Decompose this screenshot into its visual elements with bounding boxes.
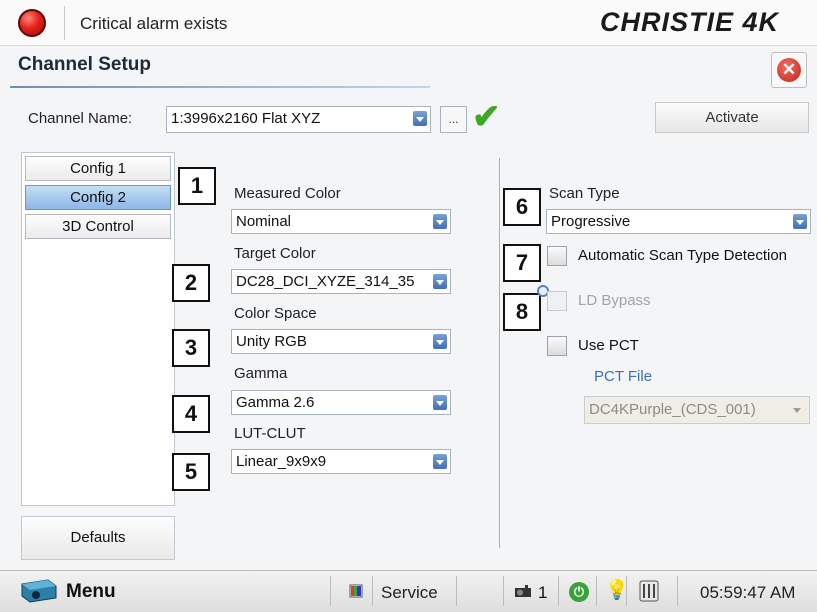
more-button[interactable]: ... (440, 106, 467, 133)
scan-type-select[interactable]: Progressive (546, 209, 811, 234)
use-pct-checkbox[interactable] (547, 336, 567, 356)
chevron-down-icon (793, 408, 801, 413)
lut-clut-select[interactable]: Linear_9x9x9 (231, 449, 451, 474)
panel-divider (499, 158, 500, 548)
callout-8: 8 (503, 293, 541, 331)
divider (677, 576, 678, 606)
channel-name-label: Channel Name: (28, 110, 133, 127)
auto-scan-checkbox[interactable] (547, 246, 567, 266)
checkmark-icon: ✔ (472, 98, 501, 136)
chevron-down-icon[interactable] (433, 454, 447, 469)
callout-6: 6 (503, 188, 541, 226)
divider (558, 576, 559, 606)
callout-2: 2 (172, 264, 210, 302)
callout-5: 5 (172, 453, 210, 491)
channel-name-value: 1:3996x2160 Flat XYZ (171, 110, 321, 127)
tab-3d-control[interactable]: 3D Control (25, 214, 171, 239)
lamp-icon[interactable] (636, 578, 662, 604)
chevron-down-icon[interactable] (433, 214, 447, 229)
alarm-status-icon[interactable] (18, 9, 46, 37)
gamma-select[interactable]: Gamma 2.6 (231, 390, 451, 415)
divider (596, 576, 597, 606)
tab-config-2[interactable]: Config 2 (25, 185, 171, 210)
measured-color-label: Measured Color (234, 185, 341, 202)
ld-bypass-checkbox (547, 291, 567, 311)
title-underline (10, 86, 430, 88)
chevron-down-icon[interactable] (433, 334, 447, 349)
chevron-down-icon[interactable] (433, 395, 447, 410)
callout-7: 7 (503, 244, 541, 282)
defaults-button[interactable]: Defaults (21, 516, 175, 560)
tab-config-1[interactable]: Config 1 (25, 156, 171, 181)
target-color-select[interactable]: DC28_DCI_XYZE_314_35 (231, 269, 451, 294)
ld-bypass-label: LD Bypass (578, 292, 651, 309)
menu-button[interactable]: Menu (66, 581, 116, 603)
target-color-label: Target Color (234, 245, 316, 262)
gamma-label: Gamma (234, 365, 288, 382)
service-button[interactable]: Service (381, 583, 438, 603)
auto-scan-label[interactable]: Automatic Scan Type Detection (578, 247, 787, 264)
scan-type-label: Scan Type (549, 185, 620, 202)
config-tab-panel: Config 1 Config 2 3D Control (21, 152, 175, 506)
projector-menu-icon[interactable] (18, 576, 58, 604)
page-title: Channel Setup (18, 54, 152, 75)
target-color-value: DC28_DCI_XYZE_314_35 (236, 273, 415, 290)
clock: 05:59:47 AM (700, 583, 796, 602)
activate-button[interactable]: Activate (655, 102, 809, 133)
lut-clut-label: LUT-CLUT (234, 425, 306, 442)
callout-1: 1 (178, 167, 216, 205)
callout-3: 3 (172, 329, 210, 367)
measured-color-value: Nominal (236, 213, 292, 230)
color-space-select[interactable]: Unity RGB (231, 329, 451, 354)
divider (456, 576, 457, 606)
pct-file-select: DC4KPurple_(CDS_001) (584, 396, 810, 424)
color-space-label: Color Space (234, 305, 317, 322)
divider (626, 576, 627, 606)
projector-count: 1 (538, 583, 548, 602)
callout-4: 4 (172, 395, 210, 433)
projector-icon[interactable] (514, 583, 532, 599)
pct-file-label: PCT File (594, 368, 653, 385)
chevron-down-icon[interactable] (413, 111, 427, 126)
divider (330, 576, 331, 606)
brand-logo: CHRISTIE 4K (600, 7, 780, 37)
pct-file-value: DC4KPurple_(CDS_001) (589, 401, 756, 418)
divider (64, 6, 65, 40)
alarm-text[interactable]: Critical alarm exists (80, 14, 227, 34)
scan-type-value: Progressive (551, 213, 631, 230)
chevron-down-icon[interactable] (793, 214, 807, 229)
lut-clut-value: Linear_9x9x9 (236, 453, 327, 470)
use-pct-label[interactable]: Use PCT (578, 337, 639, 354)
service-icon[interactable] (349, 584, 363, 598)
channel-name-select[interactable]: 1:3996x2160 Flat XYZ (166, 106, 431, 133)
divider (372, 576, 373, 606)
chevron-down-icon[interactable] (433, 274, 447, 289)
measured-color-select[interactable]: Nominal (231, 209, 451, 234)
gamma-value: Gamma 2.6 (236, 394, 315, 411)
power-icon[interactable]: ⏻ (569, 582, 589, 602)
divider (503, 576, 504, 606)
close-icon: ✕ (777, 58, 801, 82)
close-button[interactable]: ✕ (771, 52, 807, 88)
color-space-value: Unity RGB (236, 333, 307, 350)
